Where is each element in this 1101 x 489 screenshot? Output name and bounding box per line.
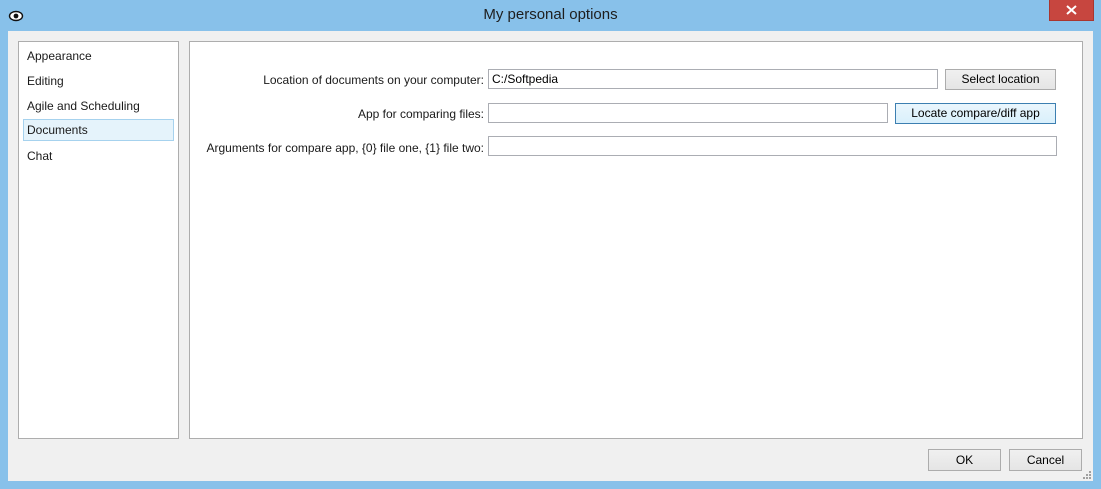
location-label: Location of documents on your computer: (263, 73, 484, 87)
window-title: My personal options (483, 6, 618, 23)
documents-panel: Location of documents on your computer: … (189, 41, 1083, 439)
sidebar-item-chat[interactable]: Chat (23, 145, 174, 167)
arguments-label: Arguments for compare app, {0} file one,… (206, 141, 485, 155)
cancel-button[interactable]: Cancel (1009, 449, 1082, 471)
sidebar-item-documents[interactable]: Documents (23, 119, 174, 141)
close-button[interactable] (1049, 0, 1094, 21)
dialog-body: Appearance Editing Agile and Scheduling … (8, 31, 1093, 481)
compare-app-field[interactable] (488, 103, 888, 123)
sidebar-item-editing[interactable]: Editing (23, 70, 174, 92)
sidebar-item-appearance[interactable]: Appearance (23, 45, 174, 67)
resize-grip-icon[interactable] (1082, 470, 1091, 479)
select-location-button[interactable]: Select location (945, 69, 1056, 90)
options-window: My personal options Appearance Editing A… (0, 0, 1101, 489)
title-bar[interactable]: My personal options (0, 0, 1101, 31)
location-field[interactable] (488, 69, 938, 89)
close-icon (1066, 5, 1077, 15)
sidebar-item-agile-and-scheduling[interactable]: Agile and Scheduling (23, 95, 174, 117)
options-sidebar: Appearance Editing Agile and Scheduling … (18, 41, 179, 439)
ok-button[interactable]: OK (928, 449, 1001, 471)
compare-app-label: App for comparing files: (357, 107, 484, 121)
locate-compare-app-button[interactable]: Locate compare/diff app (895, 103, 1056, 124)
arguments-field[interactable] (488, 136, 1057, 156)
